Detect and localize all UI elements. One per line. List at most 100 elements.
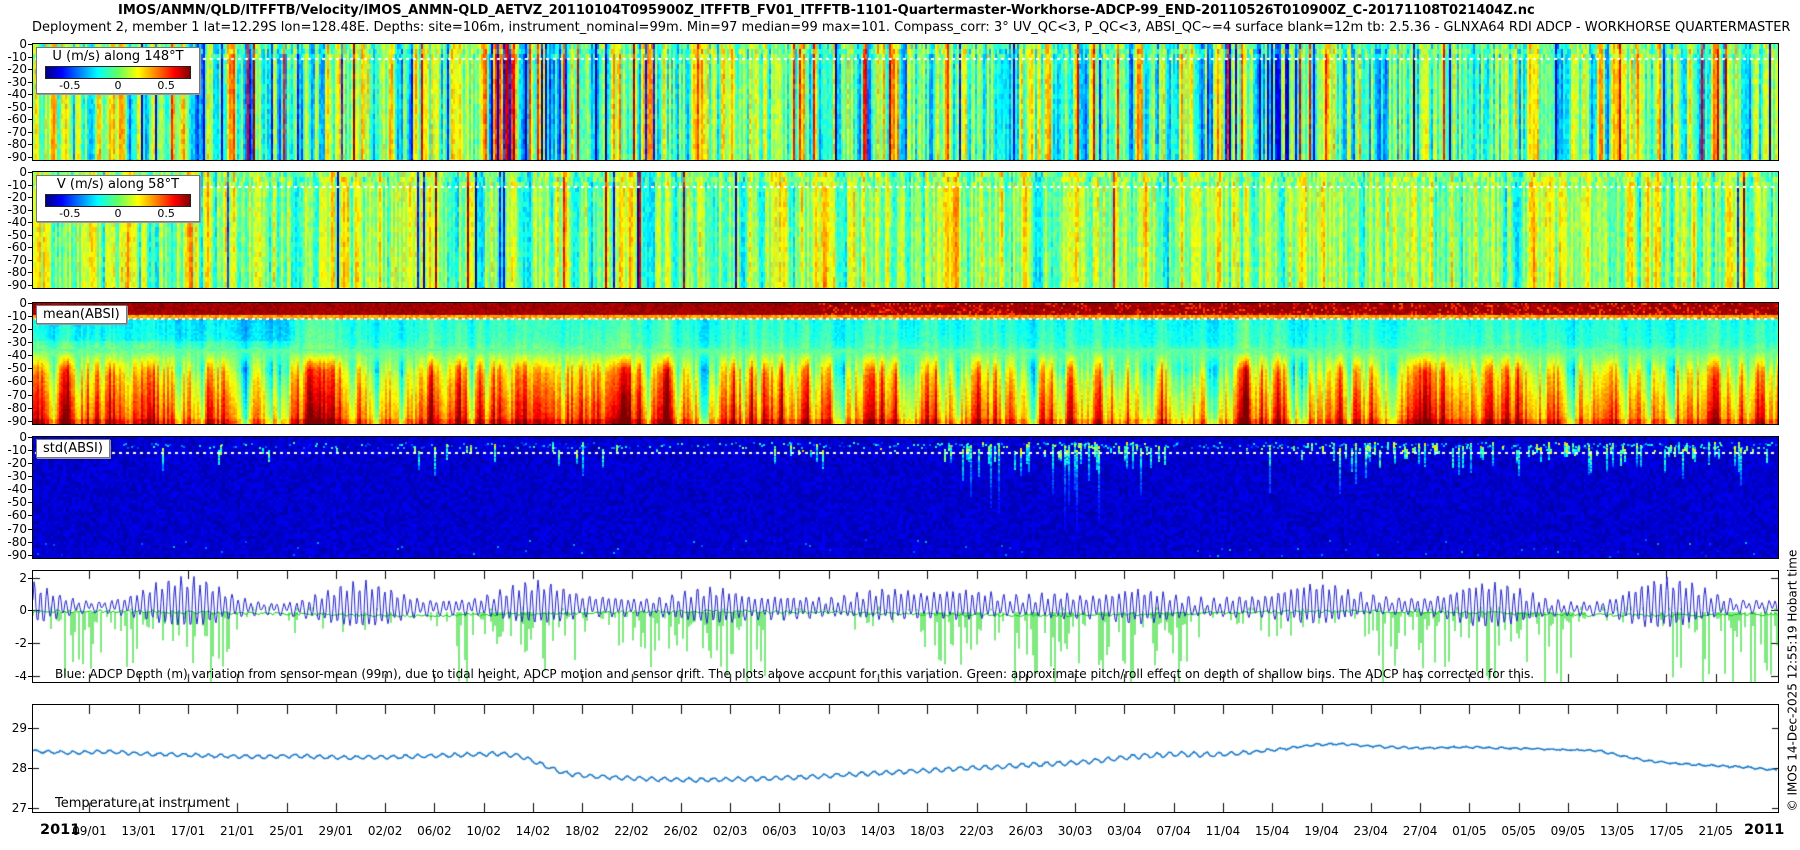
- panel-temperature: Temperature at instrument: [32, 704, 1779, 813]
- y-tick-label: -4: [1, 669, 27, 683]
- y-tick-label: -60: [1, 112, 27, 126]
- y-tick-label: 0: [1, 603, 27, 617]
- y-tick-mark: [28, 260, 33, 261]
- y-tick-mark: [28, 57, 33, 58]
- x-date-label: 06/02: [412, 824, 456, 838]
- y-tick-label: -2: [1, 636, 27, 650]
- y-tick-label: -80: [1, 137, 27, 151]
- y-tick-mark: [28, 555, 33, 556]
- v-colorbar: [45, 194, 191, 207]
- y-tick-mark: [28, 144, 33, 145]
- y-tick-label: 28: [1, 761, 27, 775]
- y-tick-label: 0: [1, 165, 27, 179]
- mean-absi-label: mean(ABSI): [36, 305, 127, 324]
- x-date-label: 13/01: [117, 824, 161, 838]
- y-tick-label: -30: [1, 469, 27, 483]
- x-date-label: 10/03: [807, 824, 851, 838]
- y-tick-label: -90: [1, 278, 27, 292]
- y-tick-label: -40: [1, 482, 27, 496]
- y-tick-mark: [28, 172, 33, 173]
- y-tick-mark: [28, 94, 33, 95]
- y-tick-label: -20: [1, 456, 27, 470]
- std-absi-heatmap: [33, 437, 1778, 558]
- v-legend-title: V (m/s) along 58°T: [37, 177, 199, 192]
- v-colorbar-tick: 0.5: [157, 207, 175, 220]
- y-tick-label: -90: [1, 414, 27, 428]
- y-tick-mark: [28, 808, 33, 809]
- u-colorbar-tick: 0.5: [157, 79, 175, 92]
- y-tick-label: -50: [1, 495, 27, 509]
- y-tick-label: -30: [1, 335, 27, 349]
- u-colorbar: [45, 66, 191, 79]
- y-tick-label: 0: [1, 430, 27, 444]
- x-date-label: 03/04: [1102, 824, 1146, 838]
- y-tick-label: -20: [1, 322, 27, 336]
- x-date-label: 11/04: [1201, 824, 1245, 838]
- y-tick-label: 0: [1, 37, 27, 51]
- y-tick-label: -80: [1, 265, 27, 279]
- u-colorbar-tick-labels: -0.5 0 0.5: [45, 79, 191, 93]
- u-colorbar-tick: 0: [115, 79, 122, 92]
- x-date-label: 07/04: [1152, 824, 1196, 838]
- y-tick-mark: [28, 728, 33, 729]
- y-tick-label: 27: [1, 801, 27, 815]
- x-date-label: 26/03: [1004, 824, 1048, 838]
- y-tick-mark: [28, 502, 33, 503]
- y-tick-mark: [28, 768, 33, 769]
- x-date-label: 14/02: [511, 824, 555, 838]
- copyright-vertical-text: © IMOS 14-Dec-2025 12:55:19 Hobart time: [1786, 531, 1800, 831]
- y-tick-label: -90: [1, 150, 27, 164]
- x-date-label: 21/05: [1694, 824, 1738, 838]
- figure-title: IMOS/ANMN/QLD/ITFFTB/Velocity/IMOS_ANMN-…: [118, 3, 1535, 18]
- temperature-label: Temperature at instrument: [55, 796, 230, 811]
- x-date-label: 01/05: [1447, 824, 1491, 838]
- y-tick-label: -70: [1, 388, 27, 402]
- y-tick-mark: [28, 210, 33, 211]
- x-date-label: 10/02: [462, 824, 506, 838]
- depth-annotation-text: Blue: ADCP Depth (m) variation from sens…: [55, 667, 1534, 681]
- y-tick-mark: [28, 578, 33, 579]
- y-tick-mark: [28, 515, 33, 516]
- y-tick-mark: [28, 285, 33, 286]
- y-tick-mark: [28, 329, 33, 330]
- y-tick-mark: [28, 235, 33, 236]
- y-tick-mark: [28, 44, 33, 45]
- y-tick-label: -80: [1, 535, 27, 549]
- y-tick-mark: [28, 197, 33, 198]
- panel-adcp-depth-variation: Blue: ADCP Depth (m) variation from sens…: [32, 570, 1779, 683]
- y-tick-mark: [28, 643, 33, 644]
- x-date-label: 30/03: [1053, 824, 1097, 838]
- std-absi-label: std(ABSI): [36, 439, 110, 458]
- u-velocity-heatmap: [33, 44, 1778, 160]
- x-date-label: 26/02: [659, 824, 703, 838]
- u-legend-title: U (m/s) along 148°T: [37, 49, 199, 64]
- x-date-label: 19/04: [1300, 824, 1344, 838]
- x-date-label: 17/01: [166, 824, 210, 838]
- u-colorbar-tick: -0.5: [59, 79, 80, 92]
- v-velocity-heatmap: [33, 172, 1778, 288]
- u-velocity-legend: U (m/s) along 148°T -0.5 0 0.5: [36, 47, 200, 94]
- x-date-label: 14/03: [856, 824, 900, 838]
- panel-std-absi: std(ABSI): [32, 436, 1779, 559]
- y-tick-mark: [28, 82, 33, 83]
- x-date-label: 18/02: [560, 824, 604, 838]
- temperature-line-chart: [33, 705, 1778, 812]
- y-tick-mark: [28, 107, 33, 108]
- x-date-label: 13/05: [1595, 824, 1639, 838]
- y-tick-label: -60: [1, 374, 27, 388]
- x-date-label: 21/01: [215, 824, 259, 838]
- y-tick-label: -10: [1, 443, 27, 457]
- y-tick-mark: [28, 408, 33, 409]
- x-date-label: 02/02: [363, 824, 407, 838]
- x-date-label: 27/04: [1398, 824, 1442, 838]
- y-tick-label: -50: [1, 361, 27, 375]
- y-tick-mark: [28, 316, 33, 317]
- figure-subtitle: Deployment 2, member 1 lat=12.29S lon=12…: [32, 20, 1790, 35]
- y-tick-mark: [28, 132, 33, 133]
- y-tick-label: -80: [1, 401, 27, 415]
- y-tick-label: 0: [1, 296, 27, 310]
- x-date-label: 29/01: [314, 824, 358, 838]
- adcp-depth-line-chart: [33, 571, 1778, 682]
- y-tick-label: 29: [1, 721, 27, 735]
- y-tick-mark: [28, 342, 33, 343]
